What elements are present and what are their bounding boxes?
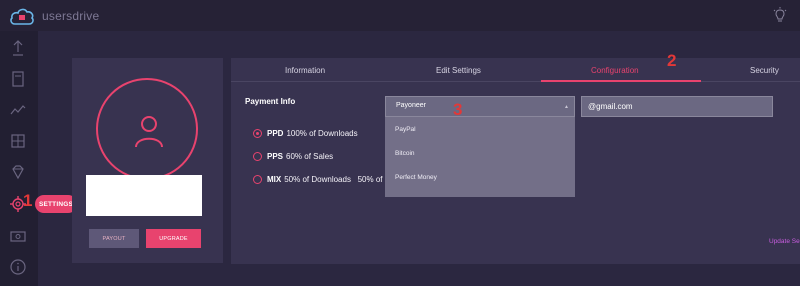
plan-option-ppd[interactable]: PPD 100% of Downloads	[253, 129, 358, 138]
plan-code: PPD	[267, 129, 284, 138]
annotation-number-1: 1	[23, 191, 33, 210]
plan-description: 100% of Downloads	[286, 129, 358, 138]
dropdown-option-bitcoin[interactable]: Bitcoin	[395, 150, 415, 157]
tab-information[interactable]: Information	[285, 66, 325, 75]
settings-panel: Information Edit Settings Configuration …	[231, 51, 800, 264]
annotation-number-2: 2	[667, 51, 677, 70]
cloud-logo-icon[interactable]	[9, 5, 35, 27]
diamond-icon[interactable]	[9, 163, 27, 181]
brand-name: usersdrive	[42, 9, 100, 23]
plan-description: 50% of Downloads 50% of	[284, 175, 383, 184]
payout-button[interactable]: PAYOUT	[89, 229, 139, 248]
active-tab-indicator	[541, 80, 701, 82]
update-settings-link[interactable]: Update Se	[769, 238, 800, 245]
top-bar: usersdrive	[0, 0, 800, 31]
payment-method-select[interactable]: Payoneer ▲	[385, 96, 575, 117]
folders-icon[interactable]	[9, 132, 27, 150]
lightbulb-icon[interactable]	[772, 7, 788, 25]
tab-security[interactable]: Security	[750, 66, 779, 75]
dropdown-option-paypal[interactable]: PayPal	[395, 126, 416, 133]
payment-method-value: Payoneer	[396, 102, 426, 109]
plan-code: MIX	[267, 175, 282, 184]
upload-icon[interactable]	[9, 39, 27, 57]
radio-button[interactable]	[253, 129, 262, 138]
payment-method-dropdown: PayPal Bitcoin Perfect Money	[385, 117, 575, 197]
radio-button[interactable]	[253, 175, 262, 184]
chevron-down-icon: ▲	[564, 104, 569, 110]
plan-option-pps[interactable]: PPS 60% of Sales	[253, 152, 333, 161]
tab-edit-settings[interactable]: Edit Settings	[436, 66, 481, 75]
plan-option-mix[interactable]: MIX 50% of Downloads 50% of	[253, 175, 383, 184]
user-icon	[135, 116, 163, 148]
money-icon[interactable]	[9, 227, 27, 245]
upgrade-button[interactable]: UPGRADE	[146, 229, 201, 248]
chart-icon[interactable]	[9, 101, 27, 119]
info-icon[interactable]	[9, 258, 27, 276]
payment-email-field[interactable]: @gmail.com	[581, 96, 773, 117]
plan-code: PPS	[267, 152, 284, 161]
radio-button[interactable]	[253, 152, 262, 161]
tab-bar: Information Edit Settings Configuration …	[231, 51, 800, 82]
plan-description: 60% of Sales	[286, 152, 334, 161]
sidebar	[0, 31, 38, 286]
username-redacted-box	[86, 175, 202, 216]
avatar	[96, 78, 198, 180]
dropdown-option-perfect-money[interactable]: Perfect Money	[395, 174, 437, 181]
profile-card: PAYOUT UPGRADE	[72, 58, 223, 263]
file-icon[interactable]	[9, 70, 27, 88]
tab-configuration[interactable]: Configuration	[591, 66, 639, 75]
payment-info-label: Payment Info	[245, 97, 296, 106]
settings-tooltip: SETTINGS	[35, 195, 77, 213]
